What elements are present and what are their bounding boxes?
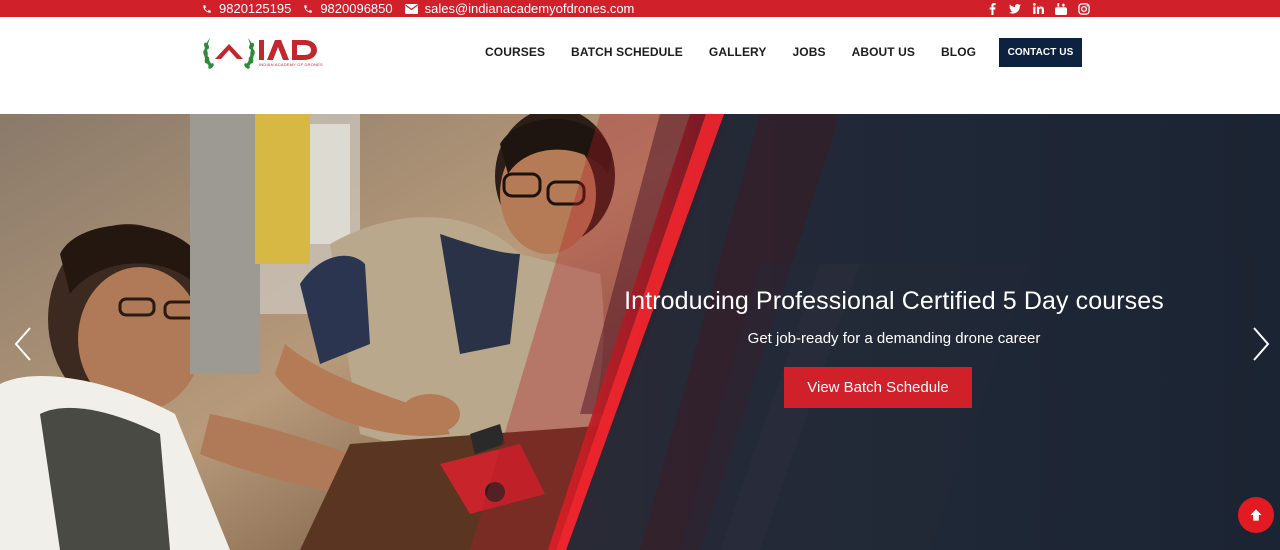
site-header: INDIAN ACADEMY OF DRONES COURSES BATCH S… — [0, 17, 1280, 114]
twitter-icon[interactable] — [1009, 3, 1021, 15]
main-nav: COURSES BATCH SCHEDULE GALLERY JOBS ABOU… — [485, 38, 1020, 66]
phone-2-text: 9820096850 — [320, 1, 393, 16]
contact-us-button[interactable]: CONTACT US — [999, 38, 1082, 67]
top-contact-bar: 9820125195 9820096850 sales@indianacadem… — [0, 0, 1280, 17]
facebook-icon[interactable] — [986, 2, 998, 15]
view-batch-schedule-button[interactable]: View Batch Schedule — [784, 367, 972, 408]
scroll-to-top-button[interactable] — [1238, 497, 1274, 533]
hero-subtitle: Get job-ready for a demanding drone care… — [747, 330, 1041, 347]
phone-icon — [304, 4, 313, 13]
linkedin-icon[interactable] — [1032, 3, 1044, 15]
instagram-icon[interactable] — [1078, 2, 1090, 15]
email-text: sales@indianacademyofdrones.com — [424, 1, 635, 16]
email-link[interactable]: sales@indianacademyofdrones.com — [404, 1, 635, 16]
contact-info: 9820125195 9820096850 sales@indianacadem… — [202, 0, 646, 17]
nav-courses[interactable]: COURSES — [485, 45, 545, 59]
arrow-up-icon — [1250, 509, 1262, 521]
next-slide-arrow-icon[interactable] — [1251, 326, 1271, 362]
hero-title: Introducing Professional Certified 5 Day… — [624, 287, 1164, 315]
prev-slide-arrow-icon[interactable] — [13, 326, 33, 362]
youtube-icon[interactable] — [1055, 2, 1067, 15]
nav-about-us[interactable]: ABOUT US — [852, 45, 915, 59]
nav-blog[interactable]: BLOG — [941, 45, 976, 59]
iad-logo[interactable]: INDIAN ACADEMY OF DRONES — [203, 32, 331, 72]
nav-gallery[interactable]: GALLERY — [709, 45, 767, 59]
phone-icon — [203, 4, 211, 13]
hero-slider: Introducing Professional Certified 5 Day… — [0, 114, 1280, 550]
phone-2[interactable]: 9820096850 — [303, 1, 393, 16]
phone-1[interactable]: 9820125195 — [202, 1, 291, 16]
social-links — [986, 0, 1090, 17]
nav-batch-schedule[interactable]: BATCH SCHEDULE — [571, 45, 683, 59]
nav-jobs[interactable]: JOBS — [792, 45, 825, 59]
phone-1-text: 9820125195 — [219, 1, 292, 16]
logo-tagline: INDIAN ACADEMY OF DRONES — [259, 62, 323, 67]
envelope-icon — [404, 3, 418, 14]
